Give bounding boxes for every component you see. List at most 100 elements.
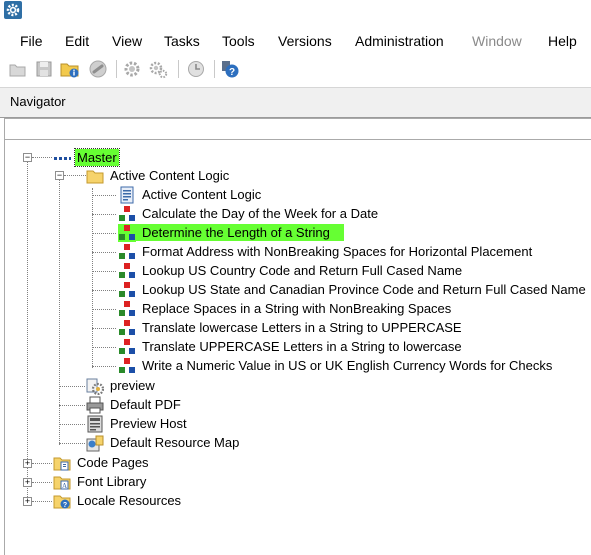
toolbar-separator: [178, 60, 179, 78]
tree-node-label: Locale Resources: [77, 493, 182, 508]
tree-node-preview-host[interactable]: Preview Host: [86, 414, 189, 433]
gear-icon[interactable]: [4, 1, 22, 19]
logic-cubes-icon: [118, 223, 136, 242]
expand-code-pages-toggle[interactable]: +: [23, 459, 32, 468]
master-dots-icon: [54, 156, 71, 160]
tree-node-default-pdf[interactable]: Default PDF: [86, 395, 183, 414]
tree-node-logic[interactable]: Format Address with NonBreaking Spaces f…: [118, 242, 534, 261]
toolbar-separator: [214, 60, 215, 78]
menu-administration[interactable]: Administration: [355, 33, 444, 49]
tree-node-logic[interactable]: Write a Numeric Value in US or UK Englis…: [118, 356, 554, 375]
tree-line: [92, 366, 116, 367]
toolbar-separator: [116, 60, 117, 78]
menu-file[interactable]: File: [20, 33, 43, 49]
menu-tools[interactable]: Tools: [222, 33, 255, 49]
expand-locale-resources-toggle[interactable]: +: [23, 497, 32, 506]
logic-cubes-icon: [119, 262, 135, 278]
title-bar: [0, 0, 591, 22]
tree-line: [32, 463, 52, 464]
toolbar: ?: [0, 57, 591, 83]
tree-node-label: Determine the Length of a String: [136, 224, 344, 241]
tree-line: [32, 157, 52, 158]
tree-node-label: Font Library: [77, 474, 147, 489]
logic-cubes-icon: [119, 205, 135, 221]
tree-line: [92, 195, 116, 196]
tree-node-logic[interactable]: Replace Spaces in a String with NonBreak…: [118, 299, 453, 318]
tree-line: [92, 347, 116, 348]
tree-node-code-pages[interactable]: Code Pages: [53, 453, 151, 472]
tree-line: [59, 386, 85, 387]
expand-font-library-toggle[interactable]: +: [23, 478, 32, 487]
save-icon[interactable]: [34, 59, 54, 79]
tree-node-label: Lookup US Country Code and Return Full C…: [142, 263, 463, 278]
menu-versions[interactable]: Versions: [278, 33, 332, 49]
tree-node-locale-resources[interactable]: ? Locale Resources: [53, 491, 183, 510]
menu-tasks[interactable]: Tasks: [164, 33, 200, 49]
tree-node-master[interactable]: Master: [53, 148, 120, 167]
tree-line: [32, 501, 52, 502]
menu-bar: File Edit View Tasks Tools Versions Admi…: [0, 30, 591, 54]
tree-line: [92, 328, 116, 329]
tree-node-logic[interactable]: Lookup US Country Code and Return Full C…: [118, 261, 464, 280]
logic-cubes-icon: [119, 300, 135, 316]
tree-node-logic[interactable]: Determine the Length of a String: [118, 223, 344, 242]
tree-line: [92, 271, 116, 272]
properties-icon[interactable]: [60, 59, 80, 79]
tree-node-preview[interactable]: preview: [86, 376, 157, 395]
tree-node-logic[interactable]: Calculate the Day of the Week for a Date: [118, 204, 380, 223]
tree-node-folder[interactable]: Active Content Logic: [86, 166, 231, 185]
logic-cubes-icon: [119, 357, 135, 373]
tree-node-label: Preview Host: [110, 416, 187, 431]
tree-line: [92, 309, 116, 310]
svg-text:A: A: [62, 482, 67, 490]
menu-view[interactable]: View: [112, 33, 142, 49]
tree-node-label: Default Resource Map: [110, 435, 240, 450]
svg-text:?: ?: [63, 502, 67, 509]
tree-node-label: Default PDF: [110, 397, 181, 412]
logic-cubes-icon: [119, 338, 135, 354]
tree-node-label: Lookup US State and Canadian Province Co…: [142, 282, 586, 297]
menu-window[interactable]: Window: [472, 33, 522, 49]
menu-help[interactable]: Help: [548, 33, 577, 49]
tree-line: [92, 214, 116, 215]
logic-cubes-icon: [119, 281, 135, 297]
tree-node-label: Active Content Logic: [110, 168, 230, 183]
printer-icon: [86, 396, 104, 413]
tree-line: [92, 188, 93, 368]
tree-node-document[interactable]: Active Content Logic: [118, 185, 263, 204]
tree-node-label: Translate UPPERCASE Letters in a String …: [142, 339, 462, 354]
tree-node-logic[interactable]: Translate lowercase Letters in a String …: [118, 318, 464, 337]
tree-node-label: Calculate the Day of the Week for a Date: [142, 206, 379, 221]
navigator-header: Navigator: [0, 87, 591, 118]
link-icon[interactable]: [88, 59, 108, 79]
tree-line: [32, 482, 52, 483]
resource-map-icon: [86, 435, 104, 451]
open-folder-icon[interactable]: [8, 59, 28, 79]
tree-node-label: Master: [74, 148, 120, 167]
tree-node-logic[interactable]: Lookup US State and Canadian Province Co…: [118, 280, 588, 299]
settings-gears-icon[interactable]: [148, 59, 168, 79]
document-icon: [120, 186, 134, 203]
help-icon[interactable]: ?: [220, 59, 240, 79]
tree-line: [27, 161, 28, 503]
history-icon[interactable]: [186, 59, 206, 79]
tree-line: [92, 290, 116, 291]
collapse-master-toggle[interactable]: −: [23, 153, 32, 162]
font-library-folder-icon: A: [53, 476, 71, 490]
tree-node-label: Active Content Logic: [142, 187, 262, 202]
tree-line: [92, 252, 116, 253]
tree-node-logic[interactable]: Translate UPPERCASE Letters in a String …: [118, 337, 464, 356]
navigator-title: Navigator: [10, 94, 66, 109]
preview-settings-icon: [86, 378, 104, 395]
tree-node-label: preview: [110, 378, 155, 393]
logic-cubes-icon: [119, 319, 135, 335]
collapse-folder-toggle[interactable]: −: [55, 171, 64, 180]
tree-node-resource-map[interactable]: Default Resource Map: [86, 433, 241, 452]
tree-node-font-library[interactable]: A Font Library: [53, 472, 148, 491]
menu-edit[interactable]: Edit: [65, 33, 89, 49]
logic-cubes-icon: [119, 243, 135, 259]
settings-gear-icon[interactable]: [122, 59, 142, 79]
tree-line: [92, 233, 116, 234]
locale-resources-folder-icon: ?: [53, 495, 71, 509]
navigator-toolbar-strip: [4, 118, 591, 140]
